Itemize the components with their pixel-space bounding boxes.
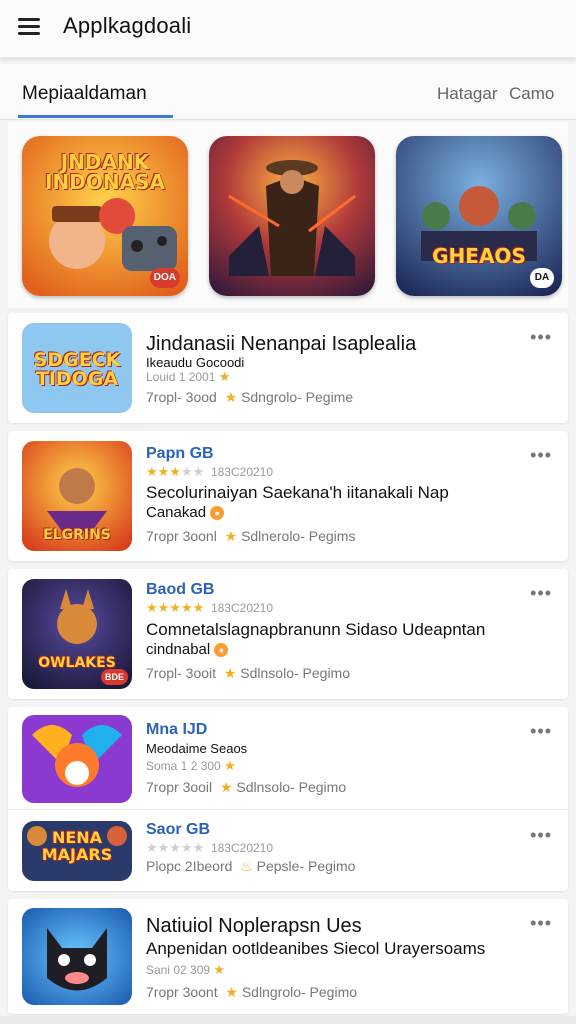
tab-active[interactable]: Mepiaaldaman [22,83,147,105]
tab-bar: Mepiaaldaman Hatagar Camo [0,64,576,120]
tab-camo[interactable]: Camo [509,84,554,104]
featured-title-3: GHEAOS [432,244,526,268]
more-options-icon[interactable]: ••• [530,583,552,604]
badge-icon: ● [214,643,229,658]
list-item[interactable]: OWLAKES BDE Baod GB ★★★★★ 183C20210 Comn… [8,569,568,699]
app-rating: ★★★★★ 183C20210 [146,464,274,479]
app-subtitle: Meodaime Seaos [146,741,248,756]
app-thumbnail-badge: BDE [100,669,128,685]
featured-card-1[interactable]: JNDANK INDONASA DOA [22,136,188,296]
app-thumbnail-label: ELGRINS [43,527,111,543]
app-bar: Applkagdoali [0,0,576,58]
badge-icon: ● [210,506,225,521]
more-options-icon[interactable]: ••• [530,913,552,934]
featured-badge-1: DOA [149,268,180,288]
app-thumbnail-label: SDGECK TIDOGA [33,349,121,390]
app-rating: ★★★★★ 183C20210 [146,840,274,855]
app-thumbnail-label: NENA MAJARS [41,828,113,864]
star-icon: ★ [223,665,237,681]
bottom-edge [0,1016,576,1024]
app-description: Comnetalslagnapbranunn Sidaso Udeapntan [146,620,486,639]
app-thumbnail [22,715,132,803]
list-item[interactable]: ELGRINS Papn GB ★★★★★ 183C20210 Secoluri… [8,431,568,561]
star-icon: ★ [224,528,238,544]
app-thumbnail: ELGRINS [22,441,132,551]
app-title: Applkagdoali [63,13,192,38]
star-icon: ★ [224,389,238,405]
app-meta: 7ropl- 3ooit ★ Sdlnsolo- Pegimo [146,665,351,681]
app-name: Baod GB [146,581,215,598]
star-icon: ★ [218,369,231,384]
featured-art-2 [209,136,375,296]
app-meta: 7ropr 3oonl ★ Sdlnerolo- Pegims [146,528,356,544]
app-rating-text: Sani 02 309 ★ [146,962,226,977]
list-group: Mna IJD Meodaime Seaos Soma 1 2 300 ★ 7r… [8,707,568,891]
tab-hatagar[interactable]: Hatagar [437,84,497,104]
app-thumbnail [22,908,132,1005]
featured-card-3[interactable]: GHEAOS DA [396,136,562,296]
app-name: Natiuiol Noplerapsn Ues [146,915,362,937]
list-item[interactable]: SDGECK TIDOGA Jindanasii Nenanpai Isaple… [8,313,568,423]
featured-title-1: JNDANK INDONASA [45,150,165,194]
more-options-icon[interactable]: ••• [530,445,552,466]
app-thumbnail: OWLAKES BDE [22,579,132,689]
hamburger-menu-icon[interactable] [18,16,42,36]
app-meta: Plopc 2Ibeord ♨ Pepsle- Pegimo [146,858,356,874]
app-meta: 7ropr 3oont ★ Sdlngrolo- Pegimo [146,984,358,1000]
app-rating-text: Louid 1 2001 ★ [146,369,231,384]
app-subtitle: Ikeaudu Gocoodi [146,355,245,370]
app-description: Secolurinaiyan Saekana'h iitanakali Nap [146,483,449,502]
tab-active-indicator [18,115,173,118]
app-meta: 7ropr 3ooil ★ Sdlnsolo- Pegimo [146,779,347,795]
featured-card-2[interactable] [209,136,375,296]
app-name: Papn GB [146,445,214,462]
app-description: Anpenidan ootldeanibes Siecol Urayersoam… [146,939,486,958]
star-icon: ★ [213,962,226,977]
featured-badge-3: DA [530,268,554,288]
app-rating-text: Soma 1 2 300 ★ [146,758,236,773]
more-options-icon[interactable]: ••• [530,327,552,348]
app-name: Mna IJD [146,721,208,738]
app-thumbnail: NENA MAJARS [22,821,132,881]
more-options-icon[interactable]: ••• [530,825,552,846]
flame-icon: ♨ [240,858,253,874]
star-icon: ★ [219,779,233,795]
app-description-2: Canakad ● [146,504,225,521]
more-options-icon[interactable]: ••• [530,721,552,742]
star-icon: ★ [225,984,238,1000]
star-icon: ★ [224,758,236,773]
featured-carousel: JNDANK INDONASA DOA GHEAOS DA [8,122,568,308]
app-name: Jindanasii Nenanpai Isaplealia [146,333,417,355]
app-rating: ★★★★★ 183C20210 [146,600,274,615]
app-meta: 7ropl- 3ood ★ Sdngrolo- Pegime [146,389,354,405]
app-description-2: cindnabal ● [146,641,229,658]
list-item[interactable]: Natiuiol Noplerapsn Ues Anpenidan ootlde… [8,899,568,1014]
app-name: Saor GB [146,821,211,838]
divider [8,809,568,810]
app-thumbnail: SDGECK TIDOGA [22,323,132,413]
